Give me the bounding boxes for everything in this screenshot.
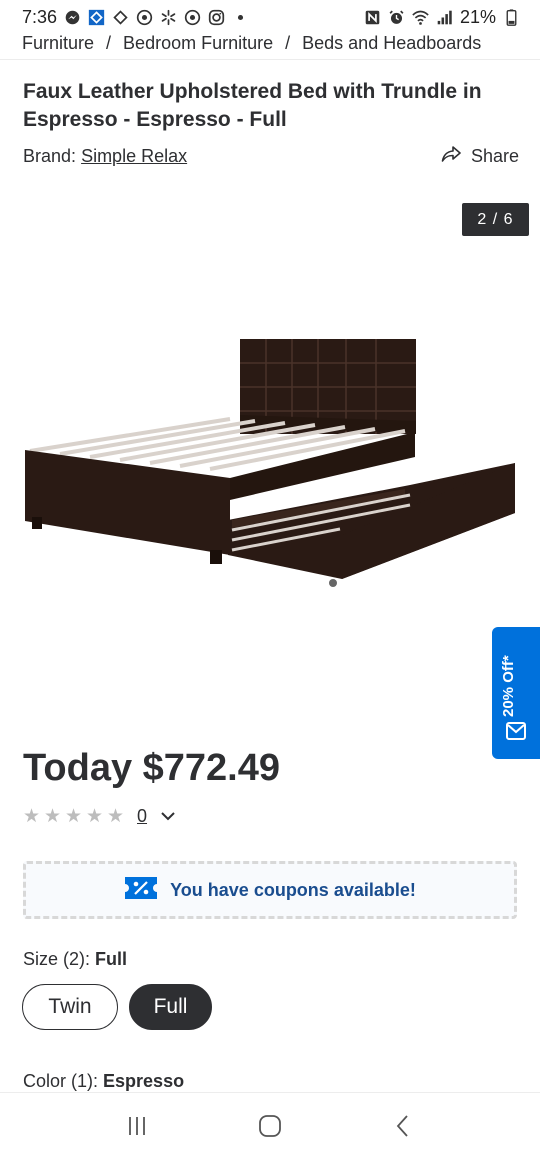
size-option-full[interactable]: Full	[129, 984, 212, 1030]
promo-tab[interactable]: 20% Off*	[492, 627, 540, 759]
signal-icon	[436, 8, 454, 26]
diamond-icon	[111, 8, 129, 26]
promo-label: 20% Off*	[500, 655, 517, 717]
home-icon	[259, 1114, 281, 1137]
breadcrumb-beds-headboards[interactable]: Beds and Headboards	[302, 33, 481, 53]
target-icon-2	[183, 8, 201, 26]
brand-link[interactable]: Simple Relax	[81, 146, 187, 166]
chevron-down-icon[interactable]	[153, 808, 175, 826]
back-icon	[397, 1114, 408, 1137]
bed-illustration	[25, 339, 515, 587]
product-image[interactable]	[0, 195, 540, 715]
recent-apps-icon	[128, 1116, 145, 1135]
product-title: Faux Leather Upholstered Bed with Trundl…	[23, 80, 482, 131]
alarm-icon	[388, 8, 406, 26]
coupon-icon	[124, 876, 158, 905]
nfc-icon	[364, 8, 382, 26]
share-label: Share	[470, 146, 519, 166]
system-nav-bar	[0, 1092, 540, 1158]
email-icon	[505, 720, 527, 742]
target-icon	[135, 8, 153, 26]
breadcrumb: Furniture / Bedroom Furniture / Beds and Hea…	[22, 30, 540, 56]
star-icon: ★	[44, 805, 62, 827]
color-label: Color (1): Espresso	[23, 1071, 184, 1093]
price: Today $772.49	[23, 747, 281, 789]
size-selected: Full	[95, 949, 128, 969]
status-bar: 7:36 21%	[0, 0, 540, 34]
breadcrumb-separator: /	[106, 33, 112, 53]
star-icon: ★	[86, 805, 104, 827]
home-button[interactable]	[250, 1106, 290, 1146]
star-icon: ★	[23, 805, 41, 827]
color-selected: Espresso	[103, 1071, 185, 1091]
status-time: 7:36	[22, 6, 58, 27]
brand: Brand: Simple Relax	[23, 146, 187, 167]
walmart-app-icon	[87, 8, 105, 26]
divider	[0, 59, 540, 60]
dot-icon	[231, 8, 249, 26]
instagram-icon	[207, 8, 225, 26]
review-count[interactable]: 0	[137, 806, 147, 827]
recent-apps-button[interactable]	[117, 1106, 157, 1146]
color-label-text: Color (1):	[23, 1071, 99, 1091]
coupon-banner[interactable]: You have coupons available!	[23, 861, 517, 919]
breadcrumb-bedroom-furniture[interactable]: Bedroom Furniture	[123, 33, 273, 53]
size-options: Twin Full	[22, 984, 212, 1030]
rating-row[interactable]: ★ ★ ★ ★ ★ 0	[23, 806, 175, 827]
status-left: 7:36	[22, 7, 249, 28]
battery-icon	[502, 8, 520, 26]
coupon-text: You have coupons available!	[170, 879, 416, 900]
size-option-twin[interactable]: Twin	[22, 984, 118, 1030]
brand-row: Brand: Simple Relax Share	[23, 145, 519, 168]
share-icon	[441, 145, 461, 168]
image-counter: 2 / 6	[462, 203, 529, 236]
breadcrumb-furniture[interactable]: Furniture	[22, 33, 94, 53]
star-icon: ★	[65, 805, 83, 827]
back-button[interactable]	[383, 1106, 423, 1146]
battery-percent: 21%	[459, 6, 496, 27]
size-label-text: Size (2):	[23, 949, 91, 969]
star-icon: ★	[107, 805, 125, 827]
share-button[interactable]: Share	[441, 145, 519, 168]
messenger-icon	[63, 8, 81, 26]
wifi-icon	[412, 8, 430, 26]
brand-label: Brand:	[23, 146, 77, 166]
star-rating: ★ ★ ★ ★ ★	[23, 805, 125, 827]
status-right: 21%	[364, 7, 520, 28]
breadcrumb-separator: /	[285, 33, 291, 53]
walmart-spark-icon	[159, 8, 177, 26]
size-label: Size (2): Full	[23, 949, 127, 970]
